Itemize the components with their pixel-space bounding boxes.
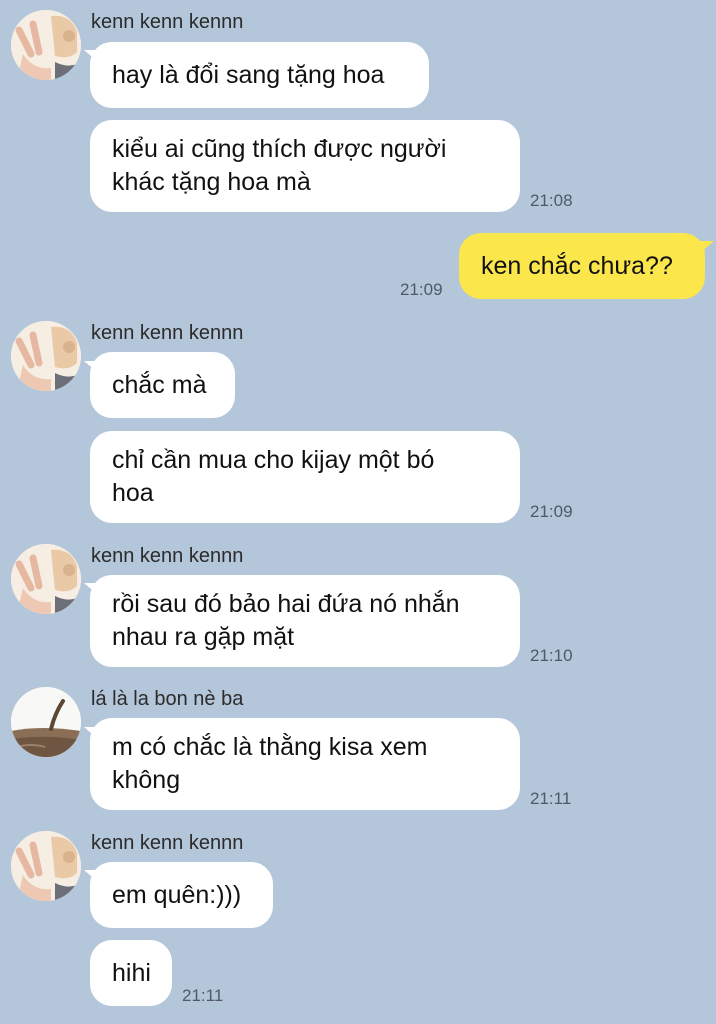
peace-sign-avatar-icon	[11, 321, 81, 391]
message-timestamp: 21:08	[530, 191, 573, 210]
landscape-avatar-icon	[11, 687, 81, 757]
peace-sign-avatar-icon	[11, 10, 81, 80]
sender-avatar[interactable]	[11, 321, 81, 391]
sender-name: kenn kenn kennn	[91, 545, 244, 567]
bubble-tail	[700, 241, 714, 253]
message-text: em quên:)))	[112, 880, 242, 909]
message-text: chỉ cần mua cho kijay một bó hoa	[112, 446, 435, 507]
message-bubble[interactable]: chắc mà	[90, 352, 235, 418]
message-timestamp: 21:11	[182, 986, 224, 1005]
message-text: kiểu ai cũng thích được người khác tặng …	[112, 135, 447, 196]
sender-avatar[interactable]	[11, 831, 81, 901]
sender-avatar[interactable]	[11, 544, 81, 614]
message-timestamp: 21:10	[530, 646, 573, 665]
message-text: hay là đổi sang tặng hoa	[112, 60, 385, 89]
sender-name: kenn kenn kennn	[91, 11, 244, 33]
message-timestamp: 21:11	[530, 789, 572, 808]
sender-name: kenn kenn kennn	[91, 832, 244, 854]
message-bubble[interactable]: hihi	[90, 940, 172, 1006]
peace-sign-avatar-icon	[11, 544, 81, 614]
message-bubble[interactable]: hay là đổi sang tặng hoa	[90, 42, 429, 108]
message-timestamp: 21:09	[400, 280, 443, 299]
chat-view: kenn kenn kennn hay là đổi sang tặng hoa…	[0, 0, 716, 1024]
sender-avatar[interactable]	[11, 687, 81, 757]
message-bubble[interactable]: chỉ cần mua cho kijay một bó hoa	[90, 431, 520, 523]
message-timestamp: 21:09	[530, 502, 573, 521]
message-text: chắc mà	[112, 370, 207, 399]
message-text: rồi sau đó bảo hai đứa nó nhắn nhau ra g…	[112, 590, 460, 651]
message-bubble[interactable]: em quên:)))	[90, 862, 273, 928]
message-bubble[interactable]: kiểu ai cũng thích được người khác tặng …	[90, 120, 520, 212]
message-text: m có chắc là thằng kisa xem không	[112, 733, 428, 794]
sender-avatar[interactable]	[11, 10, 81, 80]
peace-sign-avatar-icon	[11, 831, 81, 901]
sender-name: kenn kenn kennn	[91, 322, 244, 344]
message-text: ken chắc chưa??	[481, 251, 673, 280]
sender-name: lá là la bon nè ba	[91, 688, 244, 710]
message-text: hihi	[112, 958, 151, 987]
message-bubble[interactable]: m có chắc là thằng kisa xem không	[90, 718, 520, 810]
message-bubble[interactable]: rồi sau đó bảo hai đứa nó nhắn nhau ra g…	[90, 575, 520, 667]
message-bubble-outgoing[interactable]: ken chắc chưa??	[459, 233, 705, 299]
